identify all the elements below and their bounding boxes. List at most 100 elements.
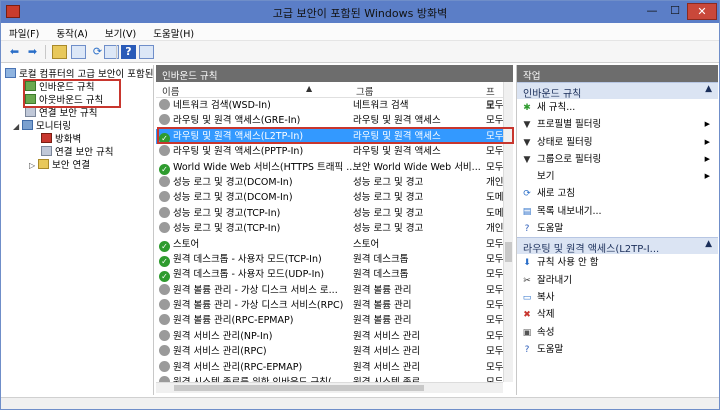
rule-row[interactable]: 원격 서비스 관리(RPC) 원격 서비스 관리 모두 — [156, 344, 503, 359]
rule-profile-cell: 모두 — [486, 238, 503, 250]
action-item[interactable]: ? 도움말 — [517, 220, 718, 237]
action-item[interactable]: ▭ 복사 — [517, 289, 718, 306]
rule-profile-cell: 모두 — [486, 253, 503, 265]
submenu-arrow-icon: ▶ — [704, 120, 710, 129]
rule-name-cell: ✓ 원격 데스크톱 - 사용자 모드(UDP-In) — [159, 267, 324, 283]
highlight-box — [157, 127, 514, 144]
rule-row[interactable]: 성능 로그 및 경고(TCP-In) 성능 로그 및 경고 개인 — [156, 221, 503, 236]
disabled-rule-icon — [159, 222, 170, 234]
rule-profile-cell: 개인 — [486, 176, 503, 188]
rule-name-cell: 성능 로그 및 경고(TCP-In) — [159, 221, 280, 236]
collapse-icon[interactable]: ▲ — [705, 84, 712, 94]
rule-row[interactable]: 원격 볼륨 관리(RPC-EPMAP) 원격 볼륨 관리 모두 — [156, 313, 503, 328]
close-button[interactable]: ✕ — [687, 3, 717, 20]
rule-group-cell: 원격 볼륨 관리 — [353, 315, 412, 327]
action-item[interactable]: ▼ 프로필별 필터링 ▶ — [517, 116, 718, 133]
rule-row[interactable]: ✓ 스토어 스토어 모두 — [156, 237, 503, 252]
scroll-thumb[interactable] — [174, 385, 424, 391]
forward-arrow-icon[interactable]: ➡ — [25, 45, 40, 59]
rule-row[interactable]: 성능 로그 및 경고(DCOM-In) 성능 로그 및 경고 개인 — [156, 175, 503, 190]
collapse-arrow-icon[interactable]: ◢ — [13, 120, 22, 133]
panel-title: 인바운드 규칙 — [156, 65, 513, 82]
menu-view[interactable]: 보기(V) — [97, 23, 142, 40]
enabled-check-icon: ✓ — [159, 240, 170, 252]
enabled-check-icon: ✓ — [159, 255, 170, 267]
back-arrow-icon[interactable]: ⬅ — [7, 45, 22, 59]
action-item[interactable]: ? 도움말 — [517, 341, 718, 358]
column-header-name[interactable]: 이름 — [162, 84, 179, 98]
rule-row[interactable]: 성능 로그 및 경고(TCP-In) 성능 로그 및 경고 도메 — [156, 206, 503, 221]
toolbar: ⬅ ➡ ⟳ ? — [1, 41, 719, 63]
properties-pane-icon[interactable] — [139, 45, 154, 59]
action-item[interactable]: ✂ 잘라내기 — [517, 272, 718, 289]
rule-row[interactable]: ✓ 원격 데스크톱 - 사용자 모드(UDP-In) 원격 데스크톱 모두 — [156, 267, 503, 283]
rule-profile-cell: 모두 — [486, 161, 503, 173]
action-item[interactable]: ▼ 그룹으로 필터링 ▶ — [517, 151, 718, 168]
up-folder-icon[interactable] — [52, 45, 67, 59]
tree-item-monitor-connection-security[interactable]: 연결 보안 규칙 — [41, 146, 113, 159]
action-item[interactable]: ✖ 삭제 — [517, 306, 718, 323]
rule-profile-cell: 개인 — [486, 223, 503, 235]
rule-profile-cell: 모두 — [486, 330, 503, 342]
action-item[interactable]: ▼ 상태로 필터링 ▶ — [517, 134, 718, 151]
toolbar-separator — [45, 45, 46, 59]
action-item[interactable]: ▤ 목록 내보내기... — [517, 203, 718, 220]
connection-security-icon — [25, 107, 36, 117]
tree-item-connection-security-rules[interactable]: 연결 보안 규칙 — [25, 107, 97, 120]
actions-section-inbound[interactable]: 인바운드 규칙 ▲ — [517, 82, 718, 100]
maximize-button[interactable]: ☐ — [664, 3, 686, 20]
rule-row[interactable]: 원격 서비스 관리(NP-In) 원격 서비스 관리 모두 — [156, 329, 503, 344]
action-item[interactable]: ▣ 속성 — [517, 324, 718, 341]
disabled-rule-icon — [159, 99, 170, 110]
rule-group-cell: 보안 World Wide Web 서비... — [353, 161, 481, 173]
column-header-group[interactable]: 그룹 — [356, 84, 373, 98]
rule-row[interactable]: 성능 로그 및 경고(DCOM-In) 성능 로그 및 경고 도메 — [156, 190, 503, 205]
show-hide-tree-icon[interactable] — [71, 45, 86, 59]
refresh-icon[interactable]: ⟳ — [90, 45, 105, 59]
action-item[interactable]: ⟳ 새로 고침 — [517, 185, 718, 202]
action-item[interactable]: 보기 ▶ — [517, 168, 718, 185]
menu-action[interactable]: 동작(A) — [48, 23, 93, 40]
help-icon[interactable]: ? — [121, 45, 136, 59]
rule-row[interactable]: 원격 볼륨 관리 - 가상 디스크 서비스(RPC) 원격 볼륨 관리 모두 — [156, 298, 503, 313]
new-rule-icon: ✱ — [523, 103, 531, 113]
tree-item-security-associations[interactable]: ▷ 보안 연결 — [29, 159, 90, 172]
filter-icon: ▼ — [523, 154, 531, 165]
disabled-rule-icon — [159, 329, 170, 341]
rule-row[interactable]: 네트워크 검색(WSD-In) 네트워크 검색 모두 — [156, 98, 503, 113]
rule-profile-cell: 모두 — [486, 100, 503, 111]
rule-group-cell: 원격 볼륨 관리 — [353, 300, 412, 312]
rule-row[interactable]: 원격 서비스 관리(RPC-EPMAP) 원격 서비스 관리 모두 — [156, 360, 503, 375]
rule-group-cell: 원격 서비스 관리 — [353, 361, 421, 373]
menu-file[interactable]: 파일(F) — [1, 23, 45, 40]
rule-group-cell: 라우팅 및 원격 액세스 — [353, 146, 441, 158]
computer-shield-icon — [5, 68, 16, 78]
rule-row[interactable]: 원격 볼륨 관리 - 가상 디스크 서비스 로... 원격 볼륨 관리 모두 — [156, 283, 503, 298]
rule-name-cell: 원격 볼륨 관리 - 가상 디스크 서비스(RPC) — [159, 298, 343, 313]
view-icon — [522, 172, 532, 182]
rule-row[interactable]: ✓ World Wide Web 서비스(HTTPS 트래픽 ... 보안 Worl… — [156, 160, 503, 175]
action-item[interactable]: ⬇ 규칙 사용 안 함 — [517, 254, 718, 271]
monitoring-icon — [22, 120, 33, 130]
minimize-button[interactable]: — — [641, 3, 663, 20]
enabled-check-icon: ✓ — [159, 163, 170, 175]
properties-icon: ▣ — [522, 327, 532, 338]
tree-item-firewall[interactable]: 방화벽 — [41, 133, 81, 146]
expand-arrow-icon[interactable]: ▷ — [29, 159, 38, 172]
rule-row[interactable]: 라우팅 및 원격 액세스(PPTP-In) 라우팅 및 원격 액세스 모두 — [156, 144, 503, 159]
action-item[interactable]: ✱ 새 규칙... — [517, 99, 718, 116]
scroll-thumb[interactable] — [505, 242, 512, 262]
rule-profile-cell: 모두 — [486, 315, 503, 327]
horizontal-scrollbar[interactable] — [156, 382, 503, 393]
rule-name-cell: 네트워크 검색(WSD-In) — [159, 98, 271, 113]
disabled-rule-icon — [159, 360, 170, 372]
tree-item-monitoring[interactable]: ◢ 모니터링 — [13, 120, 71, 133]
menu-help[interactable]: 도움말(H) — [145, 23, 200, 40]
actions-section-selected-rule[interactable]: 라우팅 및 원격 액세스(L2TP-I... ▲ — [517, 237, 718, 255]
copy-icon: ▭ — [522, 292, 532, 303]
rule-name-cell: ✓ 스토어 — [159, 237, 199, 252]
rule-profile-cell: 모두 — [486, 361, 503, 373]
collapse-icon[interactable]: ▲ — [705, 239, 712, 249]
rule-row[interactable]: ✓ 원격 데스크톱 - 사용자 모드(TCP-In) 원격 데스크톱 모두 — [156, 252, 503, 267]
enabled-check-icon: ✓ — [159, 271, 170, 283]
